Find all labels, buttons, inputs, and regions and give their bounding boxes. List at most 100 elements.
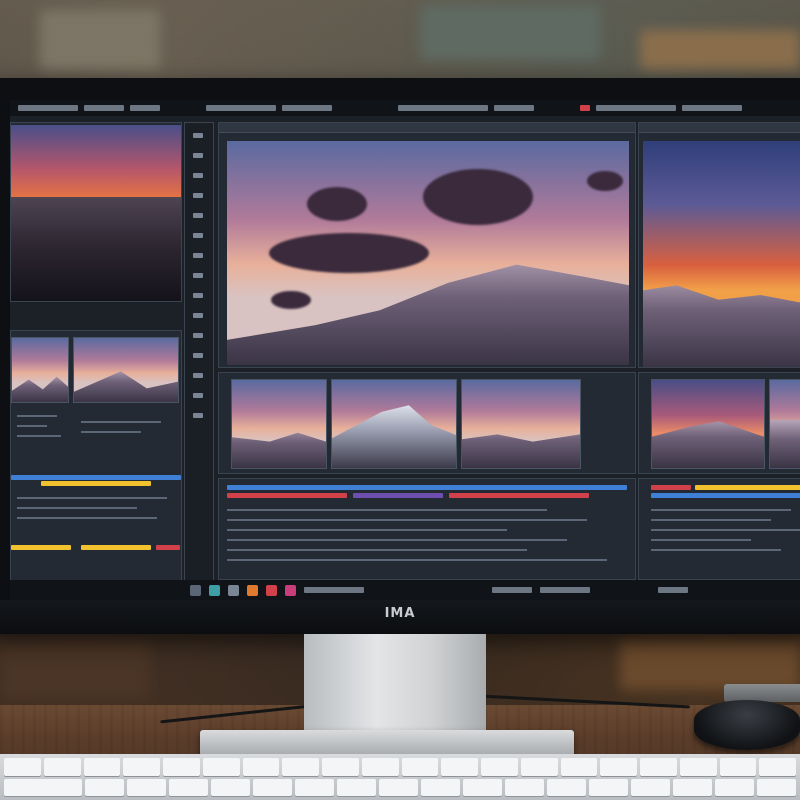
key[interactable] <box>4 778 82 796</box>
menu-item[interactable] <box>84 105 124 111</box>
media-thumbnail[interactable] <box>73 337 179 403</box>
menu-item[interactable] <box>596 105 676 111</box>
tool-icon[interactable] <box>193 233 203 238</box>
key[interactable] <box>361 758 399 776</box>
key[interactable] <box>421 778 460 796</box>
tool-icon[interactable] <box>193 373 203 378</box>
key[interactable] <box>719 758 757 776</box>
key[interactable] <box>401 758 439 776</box>
screen <box>10 100 800 600</box>
tool-icon[interactable] <box>193 253 203 258</box>
key[interactable] <box>379 778 418 796</box>
key[interactable] <box>163 758 200 776</box>
background-shelf <box>40 10 160 70</box>
tool-icon[interactable] <box>193 173 203 178</box>
timeline-clip[interactable] <box>41 481 151 486</box>
tool-icon[interactable] <box>193 413 203 418</box>
monitor-stand-neck <box>304 634 486 738</box>
app-icon[interactable] <box>266 584 277 596</box>
key[interactable] <box>759 758 796 776</box>
key[interactable] <box>600 758 637 776</box>
tool-icon[interactable] <box>193 213 203 218</box>
key[interactable] <box>202 758 240 776</box>
clip-thumbnail[interactable] <box>461 379 581 469</box>
app-icon[interactable] <box>190 584 201 596</box>
timeline-clip[interactable] <box>651 485 691 490</box>
key[interactable] <box>253 778 292 796</box>
app-icon[interactable] <box>247 584 258 596</box>
clip-thumbnail[interactable] <box>231 379 327 469</box>
background-shelf <box>0 640 150 700</box>
record-icon[interactable] <box>580 105 590 111</box>
timeline-clip[interactable] <box>695 485 800 490</box>
clip-thumbnail[interactable] <box>331 379 457 469</box>
key[interactable] <box>337 778 376 796</box>
key[interactable] <box>560 758 598 776</box>
key[interactable] <box>640 758 677 776</box>
tool-icon[interactable] <box>193 153 203 158</box>
menu-item[interactable] <box>494 105 534 111</box>
key[interactable] <box>282 758 319 776</box>
status-text <box>304 587 364 593</box>
key[interactable] <box>85 778 124 796</box>
timeline-clip[interactable] <box>227 485 627 490</box>
key[interactable] <box>441 758 478 776</box>
tool-icon[interactable] <box>193 393 203 398</box>
timeline-clip[interactable] <box>11 475 181 480</box>
timeline-clip[interactable] <box>651 493 800 498</box>
key[interactable] <box>631 778 670 796</box>
key[interactable] <box>520 758 558 776</box>
key[interactable] <box>322 758 359 776</box>
tool-icon[interactable] <box>193 193 203 198</box>
timeline-clip[interactable] <box>81 545 151 550</box>
timeline-clip[interactable] <box>227 493 347 498</box>
cloud <box>423 169 533 225</box>
key[interactable] <box>169 778 208 796</box>
preview-image[interactable] <box>11 125 181 301</box>
key[interactable] <box>481 758 518 776</box>
key[interactable] <box>242 758 280 776</box>
menu-item[interactable] <box>18 105 78 111</box>
tool-icon[interactable] <box>193 353 203 358</box>
key[interactable] <box>505 778 544 796</box>
speaker-puck <box>694 700 800 750</box>
menu-item[interactable] <box>682 105 742 111</box>
tool-icon[interactable] <box>193 333 203 338</box>
tool-icon[interactable] <box>193 273 203 278</box>
key[interactable] <box>715 778 754 796</box>
key[interactable] <box>83 758 121 776</box>
tool-icon[interactable] <box>193 293 203 298</box>
key[interactable] <box>679 758 717 776</box>
menu-item[interactable] <box>130 105 160 111</box>
timeline-clip[interactable] <box>11 545 71 550</box>
clip-thumbnail[interactable] <box>769 379 800 469</box>
clip-thumbnail[interactable] <box>651 379 765 469</box>
menu-item[interactable] <box>206 105 276 111</box>
timeline-clip[interactable] <box>449 493 589 498</box>
app-icon[interactable] <box>228 584 239 596</box>
timeline-track <box>651 539 751 541</box>
timeline-clip[interactable] <box>156 545 180 550</box>
key[interactable] <box>673 778 712 796</box>
key[interactable] <box>123 758 160 776</box>
menu-item[interactable] <box>398 105 488 111</box>
key[interactable] <box>43 758 81 776</box>
right-preview-image[interactable] <box>643 141 800 367</box>
key[interactable] <box>589 778 628 796</box>
key[interactable] <box>127 778 166 796</box>
key[interactable] <box>463 778 502 796</box>
tool-icon[interactable] <box>193 133 203 138</box>
key[interactable] <box>4 758 41 776</box>
app-icon[interactable] <box>285 584 296 596</box>
key[interactable] <box>547 778 586 796</box>
app-icon[interactable] <box>209 584 220 596</box>
main-sunset-image[interactable] <box>227 141 629 365</box>
media-thumbnail[interactable] <box>11 337 69 403</box>
key[interactable] <box>757 778 796 796</box>
key[interactable] <box>295 778 334 796</box>
timeline-clip[interactable] <box>353 493 443 498</box>
key[interactable] <box>211 778 250 796</box>
tool-icon[interactable] <box>193 313 203 318</box>
menu-item[interactable] <box>282 105 332 111</box>
cloud <box>271 291 311 309</box>
